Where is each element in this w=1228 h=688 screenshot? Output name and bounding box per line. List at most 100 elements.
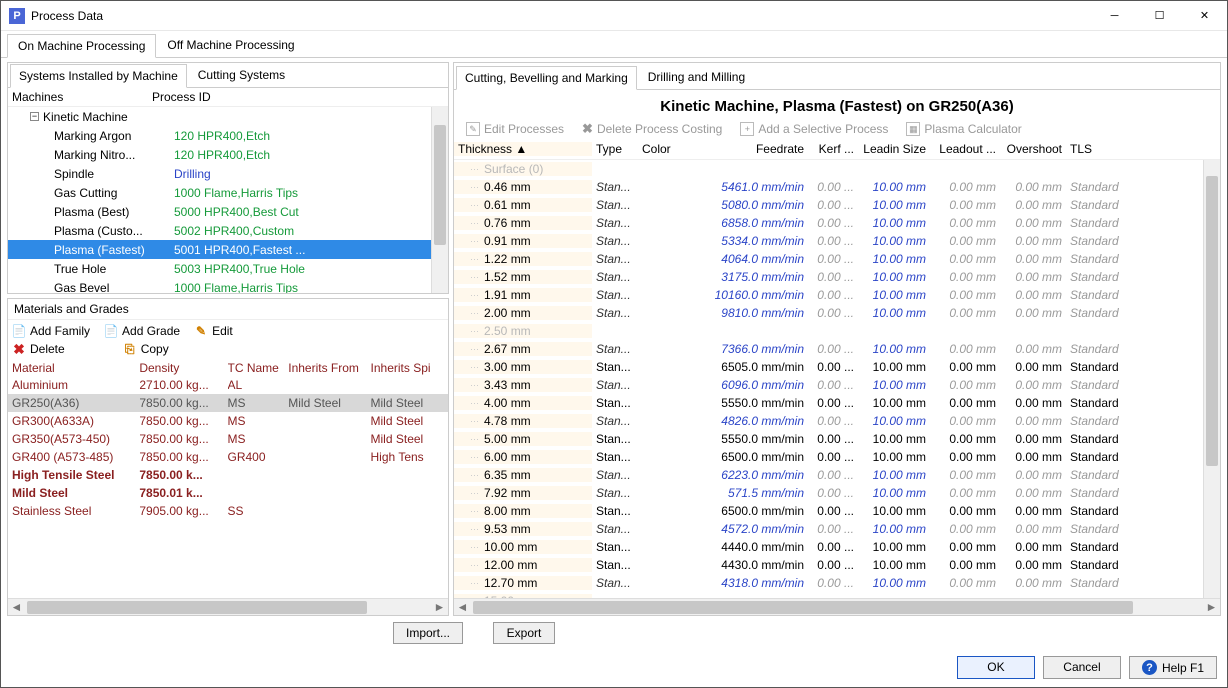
tab-off-machine[interactable]: Off Machine Processing	[156, 33, 305, 57]
maximize-button[interactable]: ☐	[1137, 1, 1182, 31]
col-type[interactable]: Type	[592, 142, 638, 156]
col-color[interactable]: Color	[638, 142, 710, 156]
col-inherits-from[interactable]: Inherits From	[288, 361, 370, 375]
col-process-id: Process ID	[152, 90, 211, 104]
col-leadout[interactable]: Leadout ...	[930, 142, 1000, 156]
titlebar: P Process Data ─ ☐ ✕	[1, 1, 1227, 31]
copy-button[interactable]: ⎘Copy	[123, 342, 169, 356]
material-row[interactable]: GR250(A36)7850.00 kg...MSMild SteelMild …	[8, 394, 448, 412]
cancel-button[interactable]: Cancel	[1043, 656, 1121, 679]
thickness-scrollbar-v[interactable]	[1203, 160, 1220, 598]
thickness-row[interactable]: ⋯5.00 mmStan...5550.0 mm/min0.00 ...10.0…	[454, 430, 1203, 448]
tree-row[interactable]: Marking Argon120 HPR400,Etch	[8, 126, 448, 145]
col-inherits-spi[interactable]: Inherits Spi	[371, 361, 444, 375]
col-kerf[interactable]: Kerf ...	[808, 142, 858, 156]
calculator-icon: ▦	[906, 122, 920, 136]
thickness-row[interactable]: ⋯0.76 mmStan...6858.0 mm/min0.00 ...10.0…	[454, 214, 1203, 232]
tree-row[interactable]: Plasma (Fastest)5001 HPR400,Fastest ...	[8, 240, 448, 259]
thickness-scrollbar-h[interactable]: ◄►	[454, 598, 1220, 615]
thickness-row[interactable]: ⋯6.35 mmStan...6223.0 mm/min0.00 ...10.0…	[454, 466, 1203, 484]
thickness-row[interactable]: ⋯9.53 mmStan...4572.0 mm/min0.00 ...10.0…	[454, 520, 1203, 538]
minimize-button[interactable]: ─	[1092, 1, 1137, 31]
thickness-row[interactable]: ⋯0.91 mmStan...5334.0 mm/min0.00 ...10.0…	[454, 232, 1203, 250]
add-grade-icon: 📄	[104, 324, 118, 338]
process-title: Kinetic Machine, Plasma (Fastest) on GR2…	[454, 90, 1220, 119]
export-button[interactable]: Export	[493, 622, 555, 644]
tab-cutting-systems[interactable]: Cutting Systems	[189, 63, 294, 87]
add-grade-button[interactable]: 📄Add Grade	[104, 324, 180, 338]
machine-tree[interactable]: −Kinetic MachineMarking Argon120 HPR400,…	[8, 107, 448, 293]
thickness-row[interactable]: ⋯3.43 mmStan...6096.0 mm/min0.00 ...10.0…	[454, 376, 1203, 394]
window-title: Process Data	[31, 9, 1092, 23]
add-selective-button[interactable]: +Add a Selective Process	[740, 122, 888, 136]
tree-scrollbar[interactable]	[431, 107, 448, 293]
material-row[interactable]: GR400 (A573-485)7850.00 kg...GR400High T…	[8, 448, 448, 466]
copy-icon: ⎘	[123, 342, 137, 356]
thickness-row[interactable]: ⋯12.00 mmStan...4430.0 mm/min0.00 ...10.…	[454, 556, 1203, 574]
tree-row[interactable]: Marking Nitro...120 HPR400,Etch	[8, 145, 448, 164]
help-icon: ?	[1142, 660, 1157, 675]
materials-scrollbar-h[interactable]: ◄►	[8, 598, 448, 615]
tab-cutting-bevelling[interactable]: Cutting, Bevelling and Marking	[456, 66, 637, 90]
material-row[interactable]: Aluminium2710.00 kg...AL	[8, 376, 448, 394]
col-leadin[interactable]: Leadin Size	[858, 142, 930, 156]
tree-row[interactable]: SpindleDrilling	[8, 164, 448, 183]
material-row[interactable]: GR300(A633A)7850.00 kg...MSMild Steel	[8, 412, 448, 430]
ok-button[interactable]: OK	[957, 656, 1035, 679]
material-row[interactable]: GR350(A573-450)7850.00 kg...MSMild Steel	[8, 430, 448, 448]
edit-button[interactable]: ✎Edit	[194, 324, 233, 338]
tree-row[interactable]: True Hole5003 HPR400,True Hole	[8, 259, 448, 278]
plasma-calc-button[interactable]: ▦Plasma Calculator	[906, 122, 1021, 136]
materials-panel: Materials and Grades 📄Add Family 📄Add Gr…	[7, 298, 449, 616]
col-tls[interactable]: TLS	[1066, 142, 1128, 156]
col-density[interactable]: Density	[139, 361, 227, 375]
tree-row[interactable]: Plasma (Custo...5002 HPR400,Custom	[8, 221, 448, 240]
col-overshoot[interactable]: Overshoot	[1000, 142, 1066, 156]
thickness-table[interactable]: ⋯Surface (0)⋯0.46 mmStan...5461.0 mm/min…	[454, 160, 1203, 598]
col-material[interactable]: Material	[12, 361, 139, 375]
tree-root[interactable]: −Kinetic Machine	[8, 107, 448, 126]
tab-drilling-milling[interactable]: Drilling and Milling	[639, 65, 754, 89]
edit-icon: ✎	[194, 324, 208, 338]
systems-panel: Systems Installed by Machine Cutting Sys…	[7, 62, 449, 294]
thickness-row[interactable]: ⋯12.70 mmStan...4318.0 mm/min0.00 ...10.…	[454, 574, 1203, 592]
materials-table[interactable]: Aluminium2710.00 kg...ALGR250(A36)7850.0…	[8, 376, 448, 598]
tree-row[interactable]: Gas Cutting1000 Flame,Harris Tips	[8, 183, 448, 202]
thickness-row[interactable]: ⋯6.00 mmStan...6500.0 mm/min0.00 ...10.0…	[454, 448, 1203, 466]
thickness-row[interactable]: ⋯2.50 mm	[454, 322, 1203, 340]
close-button[interactable]: ✕	[1182, 1, 1227, 31]
thickness-row[interactable]: ⋯2.67 mmStan...7366.0 mm/min0.00 ...10.0…	[454, 340, 1203, 358]
thickness-row[interactable]: ⋯0.61 mmStan...5080.0 mm/min0.00 ...10.0…	[454, 196, 1203, 214]
thickness-row[interactable]: ⋯7.92 mmStan...571.5 mm/min0.00 ...10.00…	[454, 484, 1203, 502]
thickness-row[interactable]: ⋯0.46 mmStan...5461.0 mm/min0.00 ...10.0…	[454, 178, 1203, 196]
tab-systems-installed[interactable]: Systems Installed by Machine	[10, 64, 187, 88]
delete-costing-button[interactable]: ✖Delete Process Costing	[582, 121, 722, 137]
thickness-row[interactable]: ⋯4.00 mmStan...5550.0 mm/min0.00 ...10.0…	[454, 394, 1203, 412]
material-row[interactable]: Stainless Steel7905.00 kg...SS	[8, 502, 448, 520]
thickness-row[interactable]: ⋯8.00 mmStan...6500.0 mm/min0.00 ...10.0…	[454, 502, 1203, 520]
thickness-row[interactable]: ⋯1.22 mmStan...4064.0 mm/min0.00 ...10.0…	[454, 250, 1203, 268]
col-tcname[interactable]: TC Name	[228, 361, 289, 375]
col-feedrate[interactable]: Feedrate	[710, 142, 808, 156]
thickness-row[interactable]: ⋯3.00 mmStan...6505.0 mm/min0.00 ...10.0…	[454, 358, 1203, 376]
surface-row[interactable]: ⋯Surface (0)	[454, 160, 1203, 178]
material-row[interactable]: Mild Steel7850.01 k...	[8, 484, 448, 502]
col-thickness[interactable]: Thickness ▲	[454, 142, 592, 156]
help-button[interactable]: ?Help F1	[1129, 656, 1217, 679]
edit-processes-button[interactable]: ✎Edit Processes	[466, 122, 564, 136]
tab-on-machine[interactable]: On Machine Processing	[7, 34, 156, 58]
materials-header: Materials and Grades	[8, 299, 448, 320]
thickness-row[interactable]: ⋯4.78 mmStan...4826.0 mm/min0.00 ...10.0…	[454, 412, 1203, 430]
thickness-row[interactable]: ⋯2.00 mmStan...9810.0 mm/min0.00 ...10.0…	[454, 304, 1203, 322]
col-machines: Machines	[12, 90, 152, 104]
tree-row[interactable]: Plasma (Best)5000 HPR400,Best Cut	[8, 202, 448, 221]
thickness-row[interactable]: ⋯1.52 mmStan...3175.0 mm/min0.00 ...10.0…	[454, 268, 1203, 286]
material-row[interactable]: High Tensile Steel7850.00 k...	[8, 466, 448, 484]
delete-button[interactable]: ✖Delete	[12, 342, 65, 356]
import-button[interactable]: Import...	[393, 622, 463, 644]
thickness-row[interactable]: ⋯10.00 mmStan...4440.0 mm/min0.00 ...10.…	[454, 538, 1203, 556]
thickness-row[interactable]: ⋯1.91 mmStan...10160.0 mm/min0.00 ...10.…	[454, 286, 1203, 304]
thickness-row-dim[interactable]: ⋯15.00 mm	[454, 592, 1203, 598]
tree-row[interactable]: Gas Bevel1000 Flame,Harris Tips	[8, 278, 448, 293]
add-family-button[interactable]: 📄Add Family	[12, 324, 90, 338]
